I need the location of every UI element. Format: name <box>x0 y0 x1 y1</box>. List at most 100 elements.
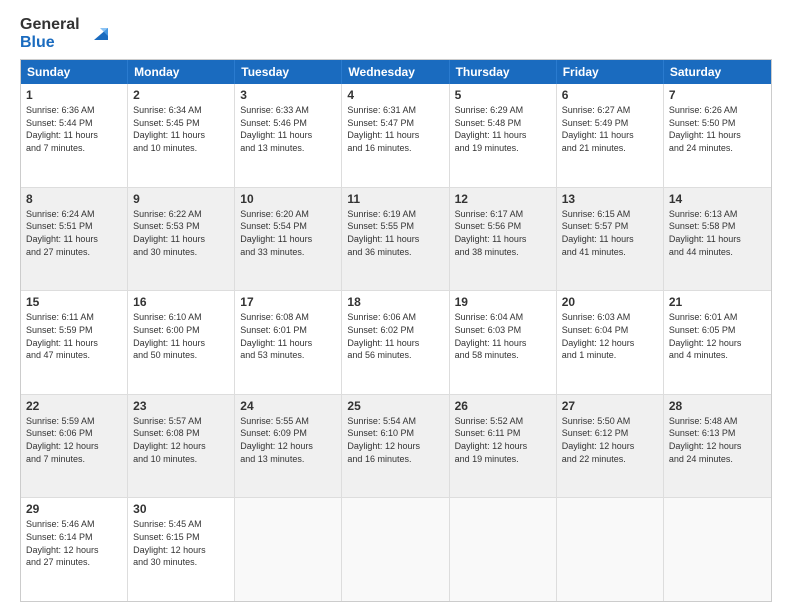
cal-row: 15 Sunrise: 6:11 AM Sunset: 5:59 PM Dayli… <box>21 290 771 394</box>
cal-cell: 10 Sunrise: 6:20 AM Sunset: 5:54 PM Dayli… <box>235 188 342 291</box>
cal-cell <box>450 498 557 601</box>
cell-text: Sunrise: 6:22 AM Sunset: 5:53 PM Dayligh… <box>133 208 229 258</box>
logo-line1: General <box>20 16 80 34</box>
cal-header-cell: Saturday <box>664 60 771 84</box>
day-number: 27 <box>562 399 658 413</box>
cal-header-cell: Thursday <box>450 60 557 84</box>
cal-cell: 22 Sunrise: 5:59 AM Sunset: 6:06 PM Dayli… <box>21 395 128 498</box>
cal-cell: 26 Sunrise: 5:52 AM Sunset: 6:11 PM Dayli… <box>450 395 557 498</box>
logo-bird-icon <box>86 22 108 44</box>
cal-cell: 3 Sunrise: 6:33 AM Sunset: 5:46 PM Daylig… <box>235 84 342 187</box>
cell-text: Sunrise: 6:10 AM Sunset: 6:00 PM Dayligh… <box>133 311 229 361</box>
cal-cell: 12Sunrise: 6:17 AM Sunset: 5:56 PM Dayli… <box>450 188 557 291</box>
logo: General Blue <box>20 16 108 51</box>
day-number: 7 <box>669 88 766 102</box>
cal-header-cell: Monday <box>128 60 235 84</box>
cell-text: Sunrise: 6:33 AM Sunset: 5:46 PM Dayligh… <box>240 104 336 154</box>
day-number: 15 <box>26 295 122 309</box>
day-number: 19 <box>455 295 551 309</box>
cal-cell: 16 Sunrise: 6:10 AM Sunset: 6:00 PM Dayli… <box>128 291 235 394</box>
cal-cell <box>557 498 664 601</box>
cell-text: Sunrise: 5:59 AM Sunset: 6:06 PM Dayligh… <box>26 415 122 465</box>
day-number: 25 <box>347 399 443 413</box>
cal-row: 29Sunrise: 5:46 AM Sunset: 6:14 PM Dayli… <box>21 497 771 601</box>
cal-cell: 5Sunrise: 6:29 AM Sunset: 5:48 PM Daylig… <box>450 84 557 187</box>
cell-text: Sunrise: 6:17 AM Sunset: 5:56 PM Dayligh… <box>455 208 551 258</box>
cell-text: Sunrise: 5:50 AM Sunset: 6:12 PM Dayligh… <box>562 415 658 465</box>
day-number: 9 <box>133 192 229 206</box>
cal-cell <box>342 498 449 601</box>
cal-row: 1Sunrise: 6:36 AM Sunset: 5:44 PM Daylig… <box>21 84 771 187</box>
cell-text: Sunrise: 6:15 AM Sunset: 5:57 PM Dayligh… <box>562 208 658 258</box>
day-number: 30 <box>133 502 229 516</box>
cal-cell: 2 Sunrise: 6:34 AM Sunset: 5:45 PM Daylig… <box>128 84 235 187</box>
calendar-body: 1Sunrise: 6:36 AM Sunset: 5:44 PM Daylig… <box>21 84 771 601</box>
cal-cell <box>235 498 342 601</box>
cell-text: Sunrise: 6:20 AM Sunset: 5:54 PM Dayligh… <box>240 208 336 258</box>
day-number: 21 <box>669 295 766 309</box>
cell-text: Sunrise: 6:34 AM Sunset: 5:45 PM Dayligh… <box>133 104 229 154</box>
day-number: 13 <box>562 192 658 206</box>
cal-cell: 4Sunrise: 6:31 AM Sunset: 5:47 PM Daylig… <box>342 84 449 187</box>
day-number: 18 <box>347 295 443 309</box>
cal-header-cell: Wednesday <box>342 60 449 84</box>
day-number: 23 <box>133 399 229 413</box>
cell-text: Sunrise: 6:03 AM Sunset: 6:04 PM Dayligh… <box>562 311 658 361</box>
cell-text: Sunrise: 5:45 AM Sunset: 6:15 PM Dayligh… <box>133 518 229 568</box>
cell-text: Sunrise: 5:57 AM Sunset: 6:08 PM Dayligh… <box>133 415 229 465</box>
day-number: 28 <box>669 399 766 413</box>
cell-text: Sunrise: 5:46 AM Sunset: 6:14 PM Dayligh… <box>26 518 122 568</box>
cal-cell: 19 Sunrise: 6:04 AM Sunset: 6:03 PM Dayli… <box>450 291 557 394</box>
cal-header-cell: Tuesday <box>235 60 342 84</box>
cal-cell: 9 Sunrise: 6:22 AM Sunset: 5:53 PM Daylig… <box>128 188 235 291</box>
cell-text: Sunrise: 6:31 AM Sunset: 5:47 PM Dayligh… <box>347 104 443 154</box>
cal-cell: 14Sunrise: 6:13 AM Sunset: 5:58 PM Dayli… <box>664 188 771 291</box>
day-number: 16 <box>133 295 229 309</box>
day-number: 11 <box>347 192 443 206</box>
cell-text: Sunrise: 6:04 AM Sunset: 6:03 PM Dayligh… <box>455 311 551 361</box>
cell-text: Sunrise: 6:36 AM Sunset: 5:44 PM Dayligh… <box>26 104 122 154</box>
cell-text: Sunrise: 6:01 AM Sunset: 6:05 PM Dayligh… <box>669 311 766 361</box>
day-number: 3 <box>240 88 336 102</box>
day-number: 5 <box>455 88 551 102</box>
day-number: 2 <box>133 88 229 102</box>
page: General Blue SundayMondayTuesdayWednesda… <box>0 0 792 612</box>
day-number: 8 <box>26 192 122 206</box>
cell-text: Sunrise: 6:26 AM Sunset: 5:50 PM Dayligh… <box>669 104 766 154</box>
day-number: 24 <box>240 399 336 413</box>
cal-cell: 28 Sunrise: 5:48 AM Sunset: 6:13 PM Dayli… <box>664 395 771 498</box>
day-number: 10 <box>240 192 336 206</box>
cell-text: Sunrise: 6:13 AM Sunset: 5:58 PM Dayligh… <box>669 208 766 258</box>
cal-cell: 21 Sunrise: 6:01 AM Sunset: 6:05 PM Dayli… <box>664 291 771 394</box>
cal-cell: 13 Sunrise: 6:15 AM Sunset: 5:57 PM Dayli… <box>557 188 664 291</box>
day-number: 6 <box>562 88 658 102</box>
cal-cell: 7 Sunrise: 6:26 AM Sunset: 5:50 PM Daylig… <box>664 84 771 187</box>
cal-row: 8 Sunrise: 6:24 AM Sunset: 5:51 PM Daylig… <box>21 187 771 291</box>
cell-text: Sunrise: 5:54 AM Sunset: 6:10 PM Dayligh… <box>347 415 443 465</box>
cal-cell: 17Sunrise: 6:08 AM Sunset: 6:01 PM Dayli… <box>235 291 342 394</box>
cal-row: 22 Sunrise: 5:59 AM Sunset: 6:06 PM Dayli… <box>21 394 771 498</box>
calendar-header-row: SundayMondayTuesdayWednesdayThursdayFrid… <box>21 60 771 84</box>
cell-text: Sunrise: 5:48 AM Sunset: 6:13 PM Dayligh… <box>669 415 766 465</box>
cal-cell: 25 Sunrise: 5:54 AM Sunset: 6:10 PM Dayli… <box>342 395 449 498</box>
day-number: 22 <box>26 399 122 413</box>
cell-text: Sunrise: 6:19 AM Sunset: 5:55 PM Dayligh… <box>347 208 443 258</box>
cell-text: Sunrise: 6:27 AM Sunset: 5:49 PM Dayligh… <box>562 104 658 154</box>
logo-line2: Blue <box>20 34 80 52</box>
cal-cell: 29Sunrise: 5:46 AM Sunset: 6:14 PM Dayli… <box>21 498 128 601</box>
cal-cell: 8 Sunrise: 6:24 AM Sunset: 5:51 PM Daylig… <box>21 188 128 291</box>
cell-text: Sunrise: 6:08 AM Sunset: 6:01 PM Dayligh… <box>240 311 336 361</box>
cell-text: Sunrise: 5:55 AM Sunset: 6:09 PM Dayligh… <box>240 415 336 465</box>
cal-cell: 24 Sunrise: 5:55 AM Sunset: 6:09 PM Dayli… <box>235 395 342 498</box>
cell-text: Sunrise: 5:52 AM Sunset: 6:11 PM Dayligh… <box>455 415 551 465</box>
cal-header-cell: Sunday <box>21 60 128 84</box>
cell-text: Sunrise: 6:24 AM Sunset: 5:51 PM Dayligh… <box>26 208 122 258</box>
cal-cell <box>664 498 771 601</box>
cal-header-cell: Friday <box>557 60 664 84</box>
cal-cell: 20Sunrise: 6:03 AM Sunset: 6:04 PM Dayli… <box>557 291 664 394</box>
cell-text: Sunrise: 6:11 AM Sunset: 5:59 PM Dayligh… <box>26 311 122 361</box>
cell-text: Sunrise: 6:06 AM Sunset: 6:02 PM Dayligh… <box>347 311 443 361</box>
cal-cell: 27 Sunrise: 5:50 AM Sunset: 6:12 PM Dayli… <box>557 395 664 498</box>
calendar: SundayMondayTuesdayWednesdayThursdayFrid… <box>20 59 772 602</box>
day-number: 26 <box>455 399 551 413</box>
